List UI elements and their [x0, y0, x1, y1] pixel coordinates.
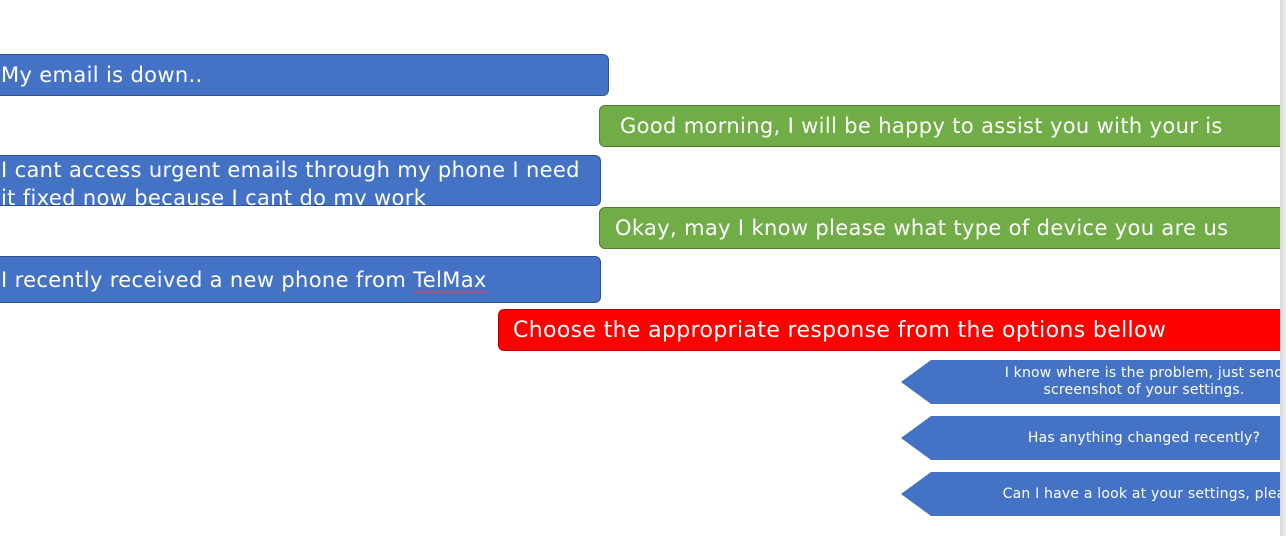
- customer-message-new-phone: I recently received a new phone from Tel…: [0, 256, 601, 303]
- customer-message-urgent: I cant access urgent emails through my p…: [0, 155, 601, 206]
- response-option-anything-changed[interactable]: Has anything changed recently?: [901, 416, 1280, 460]
- response-option-look-at-settings[interactable]: Can I have a look at your settings, plea: [901, 472, 1280, 516]
- instruction-banner: Choose the appropriate response from the…: [498, 309, 1280, 351]
- message-text: I recently received a new phone from Tel…: [1, 268, 487, 292]
- spellcheck-flagged-word: TelMax: [413, 267, 487, 292]
- option-label: I know where is the problem, just send s…: [1004, 365, 1280, 398]
- message-text: I cant access urgent emails through my p…: [1, 158, 580, 206]
- message-text-part: I recently received a new phone from: [1, 267, 414, 292]
- instruction-text: Choose the appropriate response from the…: [513, 317, 1167, 343]
- agent-message-device-question: Okay, may I know please what type of dev…: [599, 207, 1280, 249]
- customer-message-email-down: My email is down..: [0, 54, 609, 96]
- response-option-send-screenshot[interactable]: I know where is the problem, just send s…: [901, 360, 1280, 404]
- message-text: Good morning, I will be happy to assist …: [620, 114, 1223, 138]
- window-edge: [1280, 0, 1286, 536]
- option-label: Has anything changed recently?: [1027, 429, 1261, 446]
- message-text: My email is down..: [1, 63, 203, 87]
- message-text: Okay, may I know please what type of dev…: [615, 216, 1229, 240]
- agent-message-greeting: Good morning, I will be happy to assist …: [599, 105, 1280, 147]
- chat-canvas: My email is down.. Good morning, I will …: [0, 0, 1280, 536]
- option-label: Can I have a look at your settings, plea: [1002, 485, 1280, 502]
